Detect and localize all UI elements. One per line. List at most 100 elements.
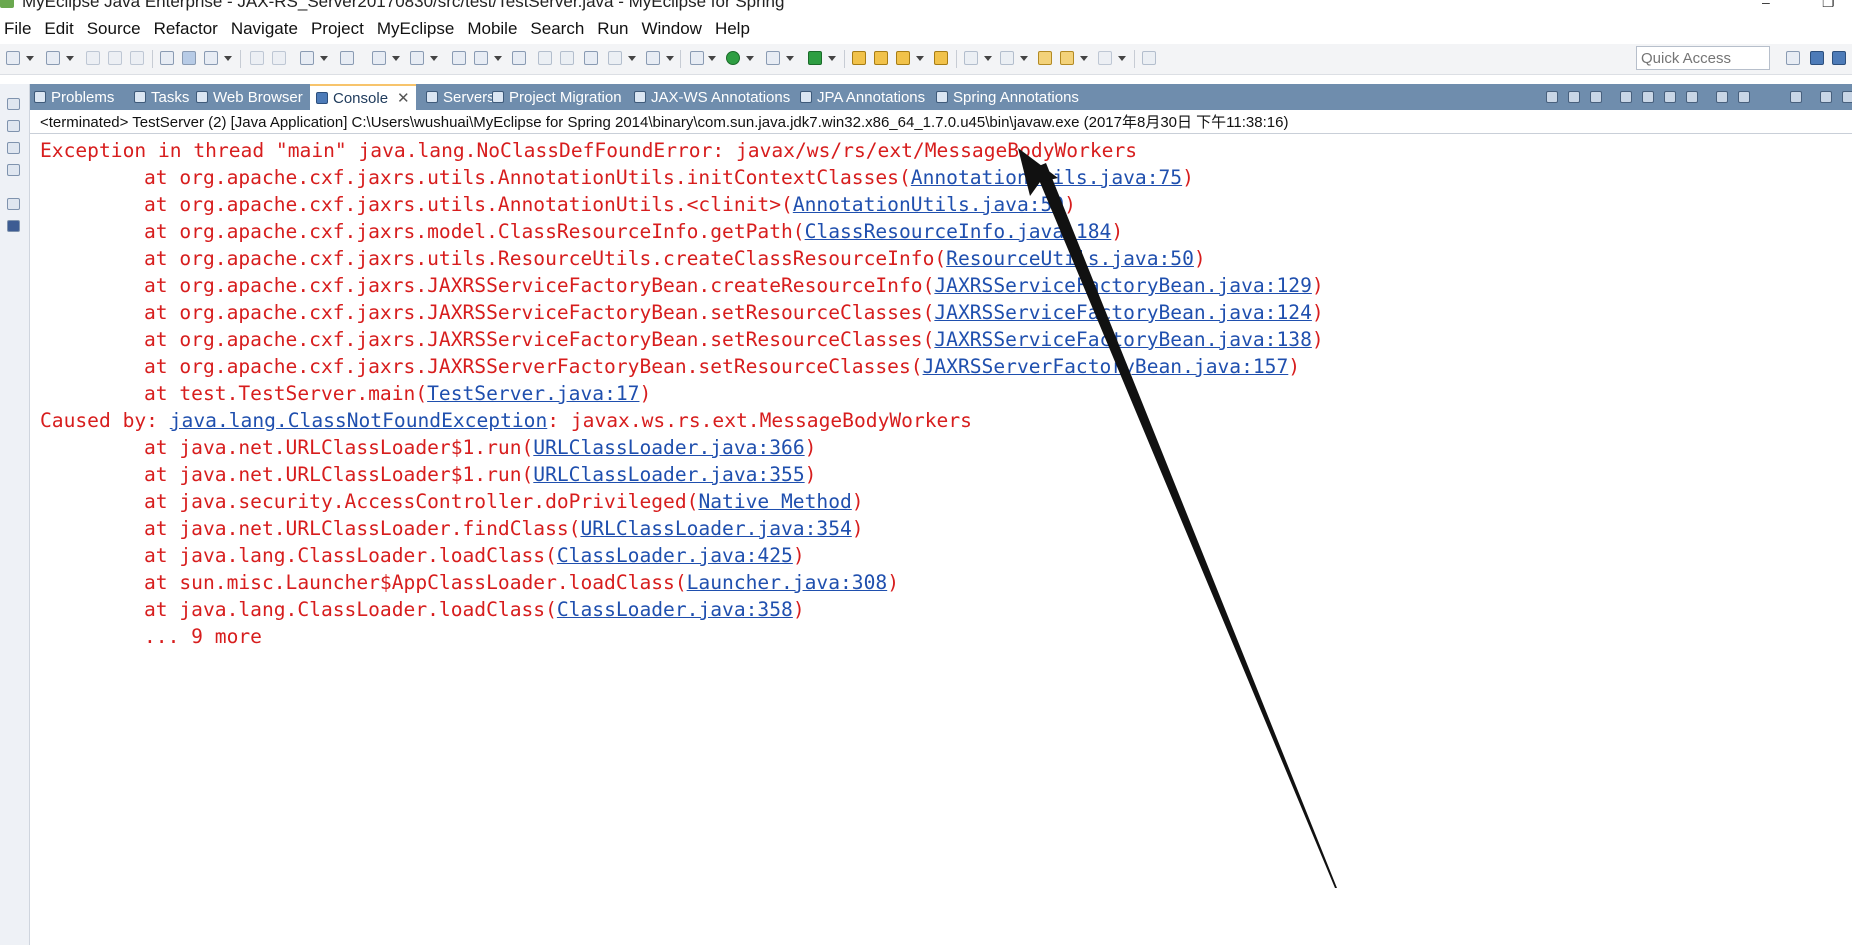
package-explorer-icon[interactable] bbox=[7, 120, 20, 132]
image-preview-icon[interactable] bbox=[7, 164, 20, 176]
back-dropdown-icon[interactable] bbox=[1080, 56, 1088, 61]
remove-all-terminated-icon[interactable] bbox=[1590, 91, 1602, 103]
view-menu-icon[interactable] bbox=[1820, 91, 1832, 103]
pin-dropdown-icon[interactable] bbox=[224, 56, 232, 61]
console-toggle-dropdown-icon[interactable] bbox=[666, 56, 674, 61]
build-dropdown-icon[interactable] bbox=[320, 56, 328, 61]
stack-trace-link[interactable]: JAXRSServiceFactoryBean.java:129 bbox=[934, 274, 1312, 297]
console-toggle-icon[interactable] bbox=[646, 51, 660, 65]
reports-icon[interactable] bbox=[584, 51, 598, 65]
stack-trace-link[interactable]: TestServer.java:17 bbox=[427, 382, 639, 405]
deploy-dropdown-icon[interactable] bbox=[392, 56, 400, 61]
outline-icon[interactable] bbox=[7, 220, 20, 232]
spring-icon[interactable] bbox=[560, 51, 574, 65]
menu-file[interactable]: File bbox=[0, 16, 40, 42]
debug-dropdown-icon[interactable] bbox=[708, 56, 716, 61]
pin-editor-icon[interactable] bbox=[204, 51, 218, 65]
server-icon[interactable] bbox=[340, 51, 354, 65]
stack-trace-link[interactable]: AnnotationUtils.java:59 bbox=[793, 193, 1064, 216]
clear-console-icon[interactable] bbox=[1620, 91, 1632, 103]
web-services-dropdown-icon[interactable] bbox=[494, 56, 502, 61]
open-type-icon[interactable] bbox=[160, 51, 174, 65]
forward-icon[interactable] bbox=[1098, 51, 1112, 65]
debug-server-icon[interactable] bbox=[410, 51, 424, 65]
menu-edit[interactable]: Edit bbox=[40, 16, 82, 42]
external-tools-icon[interactable] bbox=[808, 51, 822, 65]
menu-myeclipse[interactable]: MyEclipse bbox=[373, 16, 463, 42]
minimize-button[interactable]: – bbox=[1762, 0, 1770, 10]
stack-trace-link[interactable]: java.lang.ClassNotFoundException bbox=[170, 409, 548, 432]
minimize-view-icon[interactable] bbox=[1842, 91, 1852, 103]
back-icon[interactable] bbox=[1060, 51, 1074, 65]
new-project-icon[interactable] bbox=[46, 51, 60, 65]
tab-project-migration[interactable]: Project Migration bbox=[492, 84, 622, 110]
new-class-icon[interactable] bbox=[896, 51, 910, 65]
debug-icon[interactable] bbox=[690, 51, 704, 65]
menu-help[interactable]: Help bbox=[711, 16, 759, 42]
new-class-dropdown-icon[interactable] bbox=[916, 56, 924, 61]
show-console-on-output-icon[interactable] bbox=[1686, 91, 1698, 103]
menu-refactor[interactable]: Refactor bbox=[150, 16, 227, 42]
stack-trace-link[interactable]: JAXRSServiceFactoryBean.java:138 bbox=[934, 328, 1312, 351]
tab-console[interactable]: Console ✕ bbox=[310, 84, 416, 110]
remove-launch-icon[interactable] bbox=[1568, 91, 1580, 103]
stack-trace-link[interactable]: URLClassLoader.java:354 bbox=[580, 517, 851, 540]
last-edit-location-icon[interactable] bbox=[1038, 51, 1052, 65]
save-all-icon[interactable] bbox=[108, 51, 122, 65]
run-dropdown-icon[interactable] bbox=[746, 56, 754, 61]
previous-annotation-dropdown-icon[interactable] bbox=[1020, 56, 1028, 61]
stack-trace-link[interactable]: JAXRSServerFactoryBean.java:157 bbox=[923, 355, 1289, 378]
restore-button[interactable]: ❐ bbox=[1822, 0, 1835, 11]
next-annotation-icon[interactable] bbox=[964, 51, 978, 65]
save-icon[interactable] bbox=[86, 51, 100, 65]
scroll-lock-icon[interactable] bbox=[1642, 91, 1654, 103]
menu-mobile[interactable]: Mobile bbox=[463, 16, 526, 42]
tab-jax-ws-annotations[interactable]: JAX-WS Annotations bbox=[634, 84, 790, 110]
mobile-icon[interactable] bbox=[608, 51, 622, 65]
toggle-mark-occurrences-icon[interactable] bbox=[182, 51, 196, 65]
new-dropdown-icon[interactable] bbox=[26, 56, 34, 61]
pin-console-icon[interactable] bbox=[1716, 91, 1728, 103]
menu-search[interactable]: Search bbox=[526, 16, 593, 42]
stack-trace-link[interactable]: ClassResourceInfo.java:184 bbox=[805, 220, 1112, 243]
tab-web-browser[interactable]: Web Browser bbox=[196, 84, 303, 110]
console-output-area[interactable]: Exception in thread "main" java.lang.NoC… bbox=[30, 135, 1852, 945]
stack-trace-link[interactable]: URLClassLoader.java:355 bbox=[533, 463, 804, 486]
browser-icon[interactable] bbox=[452, 51, 466, 65]
tab-jpa-annotations[interactable]: JPA Annotations bbox=[800, 84, 925, 110]
tab-problems[interactable]: Problems bbox=[34, 84, 114, 110]
java-perspective-icon[interactable] bbox=[1810, 51, 1824, 65]
stack-trace-link[interactable]: Launcher.java:308 bbox=[687, 571, 888, 594]
build-icon[interactable] bbox=[300, 51, 314, 65]
new-package-icon[interactable] bbox=[874, 51, 888, 65]
terminate-icon[interactable] bbox=[1546, 91, 1558, 103]
stack-trace-link[interactable]: ClassLoader.java:358 bbox=[557, 598, 793, 621]
open-folder-icon[interactable] bbox=[934, 51, 948, 65]
open-console-icon[interactable] bbox=[1142, 51, 1156, 65]
run-icon[interactable] bbox=[726, 51, 740, 65]
previous-annotation-icon[interactable] bbox=[1000, 51, 1014, 65]
stack-trace-link[interactable]: URLClassLoader.java:366 bbox=[533, 436, 804, 459]
debug-server-dropdown-icon[interactable] bbox=[430, 56, 438, 61]
myeclipse-perspective-icon[interactable] bbox=[1832, 51, 1846, 65]
stack-trace-link[interactable]: JAXRSServiceFactoryBean.java:124 bbox=[934, 301, 1312, 324]
coverage-icon[interactable] bbox=[766, 51, 780, 65]
menu-project[interactable]: Project bbox=[307, 16, 373, 42]
hierarchy-icon[interactable] bbox=[7, 142, 20, 154]
hibernate-icon[interactable] bbox=[538, 51, 552, 65]
stack-trace-link[interactable]: AnnotationUtils.java:75 bbox=[911, 166, 1182, 189]
tab-spring-annotations[interactable]: Spring Annotations bbox=[936, 84, 1079, 110]
menu-navigate[interactable]: Navigate bbox=[227, 16, 307, 42]
stack-trace-link[interactable]: ResourceUtils.java:50 bbox=[946, 247, 1194, 270]
restore-view-icon-2[interactable] bbox=[7, 198, 20, 210]
tab-servers[interactable]: Servers bbox=[426, 84, 495, 110]
cut-icon[interactable] bbox=[250, 51, 264, 65]
close-icon[interactable]: ✕ bbox=[397, 89, 410, 107]
menu-source[interactable]: Source bbox=[83, 16, 150, 42]
new-java-project-icon[interactable] bbox=[852, 51, 866, 65]
print-icon[interactable] bbox=[130, 51, 144, 65]
forward-dropdown-icon[interactable] bbox=[1118, 56, 1126, 61]
menu-run[interactable]: Run bbox=[593, 16, 637, 42]
display-selected-console-icon[interactable] bbox=[1738, 91, 1750, 103]
stack-trace-link[interactable]: Native Method bbox=[698, 490, 851, 513]
